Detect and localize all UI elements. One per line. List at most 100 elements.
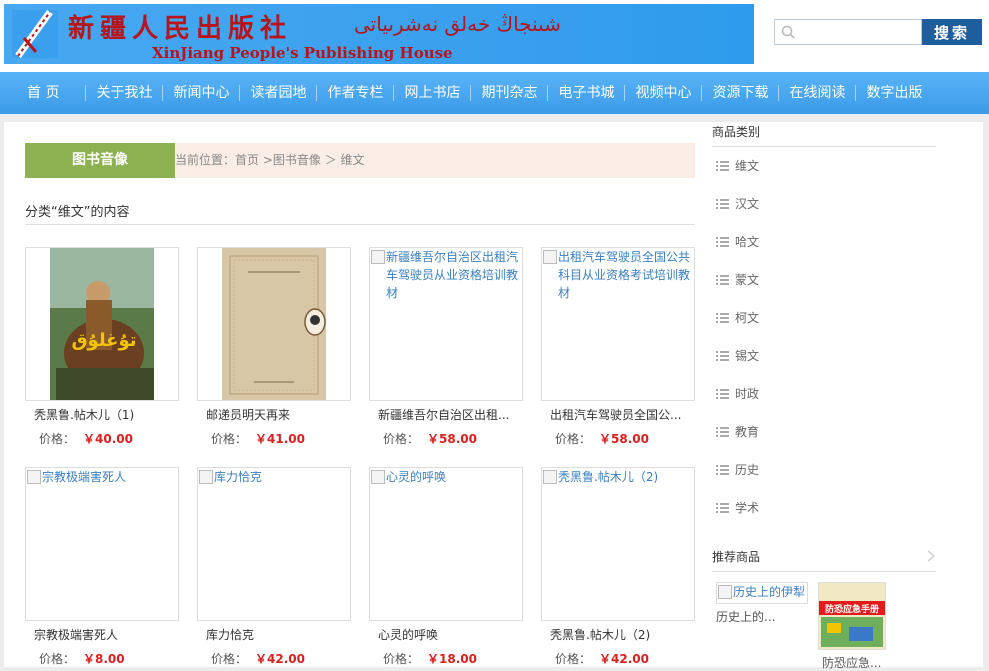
section-tab[interactable]: 图书音像 xyxy=(25,143,175,178)
product-card[interactable]: 心灵的呼唤 心灵的呼唤 价格： ￥18.00 xyxy=(369,467,523,667)
product-image[interactable]: 秃黑鲁.帖木儿（2) xyxy=(541,467,695,621)
categories-heading: 商品类别 xyxy=(712,122,936,147)
category-item[interactable]: 锡文 xyxy=(712,337,942,375)
product-card[interactable]: ﺗﯘﻏﻠﯘﻕ 秃黑鲁.帖木儿（1) 价格： ￥40.00 xyxy=(25,247,179,447)
recommended-name[interactable]: 历史上的... xyxy=(716,608,808,625)
category-label: 教育 xyxy=(735,425,760,439)
price-value: ￥41.00 xyxy=(255,432,305,446)
svg-text:ﺗﯘﻏﻠﯘﻕ: ﺗﯘﻏﻠﯘﻕ xyxy=(71,330,136,351)
list-icon xyxy=(716,427,729,437)
nav-item-about[interactable]: 关于我社 xyxy=(85,85,162,101)
product-image[interactable]: ﺗﯘﻏﻠﯘﻕ xyxy=(25,247,179,401)
price-label: 价格： xyxy=(39,652,76,666)
category-label: 汉文 xyxy=(735,197,760,211)
list-icon xyxy=(716,351,729,361)
image-alt-text: 心灵的呼唤 xyxy=(370,468,522,486)
logo-english-text: XinJiang People's Publishing House xyxy=(152,44,453,62)
price-label: 价格： xyxy=(383,432,420,446)
category-item[interactable]: 柯文 xyxy=(712,299,942,337)
product-image[interactable]: 心灵的呼唤 xyxy=(369,467,523,621)
nav-item-journals[interactable]: 期刊杂志 xyxy=(470,85,547,101)
product-name[interactable]: 秃黑鲁.帖木儿（1) xyxy=(25,406,179,423)
category-label: 历史 xyxy=(735,463,760,477)
nav-item-home[interactable]: 首 页 xyxy=(0,85,85,101)
nav-item-news[interactable]: 新闻中心 xyxy=(162,85,239,101)
recommended-item[interactable]: 历史上的伊犁 历史上的... xyxy=(716,582,808,625)
category-label: 学术 xyxy=(735,501,760,515)
product-image[interactable]: 库力恰克 xyxy=(197,467,351,621)
category-item[interactable]: 历史 xyxy=(712,451,942,489)
nav-item-digital-publishing[interactable]: 数字出版 xyxy=(855,85,932,101)
breadcrumb-bar: 图书音像 当前位置：首页 >图书音像 ＞ 维文 xyxy=(25,143,695,178)
recommended-image[interactable]: 历史上的伊犁 xyxy=(716,582,808,604)
category-item[interactable]: 时政 xyxy=(712,375,942,413)
logo-uyghur-text: شىنجاڭ خەلق نەشرىياتى xyxy=(354,12,561,36)
category-item[interactable]: 汉文 xyxy=(712,185,942,223)
product-card[interactable]: 邮递员明天再来 价格： ￥41.00 xyxy=(197,247,351,447)
price-label: 价格： xyxy=(211,652,248,666)
product-card[interactable]: 秃黑鲁.帖木儿（2) 秃黑鲁.帖木儿（2) 价格： ￥42.00 xyxy=(541,467,695,667)
product-name[interactable]: 宗教极端害死人 xyxy=(25,626,179,643)
product-card[interactable]: 库力恰克 库力恰克 价格： ￥42.00 xyxy=(197,467,351,667)
search-box: 搜索 xyxy=(774,19,982,45)
category-item[interactable]: 维文 xyxy=(712,147,942,185)
product-name[interactable]: 库力恰克 xyxy=(197,626,351,643)
category-label: 柯文 xyxy=(735,311,760,325)
nav-item-online-reading[interactable]: 在线阅读 xyxy=(778,85,855,101)
image-alt-text: 历史上的伊犁 xyxy=(717,583,807,601)
nav-item-bookstore[interactable]: 网上书店 xyxy=(393,85,470,101)
category-label: 哈文 xyxy=(735,235,760,249)
recommended-name[interactable]: 防恐应急... xyxy=(822,654,910,671)
product-name[interactable]: 出租汽车驾驶员全国公... xyxy=(541,406,695,423)
image-alt-text: 库力恰克 xyxy=(198,468,350,486)
product-name[interactable]: 邮递员明天再来 xyxy=(197,406,351,423)
product-image[interactable]: 出租汽车驾驶员全国公共科目从业资格考试培训教材 xyxy=(541,247,695,401)
image-alt-text: 秃黑鲁.帖木儿（2) xyxy=(542,468,694,486)
nav-item-readers[interactable]: 读者园地 xyxy=(239,85,316,101)
chevron-right-icon[interactable] xyxy=(926,550,936,562)
category-label: 蒙文 xyxy=(735,273,760,287)
product-image[interactable]: 新疆维吾尔自治区出租汽车驾驶员从业资格培训教材 xyxy=(369,247,523,401)
book-cover-portrait-image xyxy=(222,248,326,400)
category-item[interactable]: 蒙文 xyxy=(712,261,942,299)
product-card[interactable]: 新疆维吾尔自治区出租汽车驾驶员从业资格培训教材 新疆维吾尔自治区出租... 价格… xyxy=(369,247,523,447)
product-card[interactable]: 宗教极端害死人 宗教极端害死人 价格： ￥8.00 xyxy=(25,467,179,667)
product-card[interactable]: 出租汽车驾驶员全国公共科目从业资格考试培训教材 出租汽车驾驶员全国公... 价格… xyxy=(541,247,695,447)
nav-item-ebooks[interactable]: 电子书城 xyxy=(547,85,624,101)
product-price: 价格： ￥42.00 xyxy=(541,650,695,667)
image-alt-text: 新疆维吾尔自治区出租汽车驾驶员从业资格培训教材 xyxy=(370,248,522,302)
category-item[interactable]: 哈文 xyxy=(712,223,942,261)
category-item[interactable]: 教育 xyxy=(712,413,942,451)
nav-item-video[interactable]: 视频中心 xyxy=(624,85,701,101)
price-value: ￥58.00 xyxy=(599,432,649,446)
product-name[interactable]: 新疆维吾尔自治区出租... xyxy=(369,406,523,423)
nav-item-authors[interactable]: 作者专栏 xyxy=(316,85,393,101)
product-price: 价格： ￥41.00 xyxy=(197,430,351,447)
product-image[interactable]: 宗教极端害死人 xyxy=(25,467,179,621)
category-label: 锡文 xyxy=(735,349,760,363)
logo-chinese-text: 新疆人民出版社 xyxy=(68,14,293,44)
product-name[interactable]: 秃黑鲁.帖木儿（2) xyxy=(541,626,695,643)
list-icon xyxy=(716,275,729,285)
list-icon xyxy=(716,161,729,171)
price-value: ￥42.00 xyxy=(599,652,649,666)
recommended-image[interactable]: 防恐应急手册 xyxy=(818,582,886,650)
product-name[interactable]: 心灵的呼唤 xyxy=(369,626,523,643)
product-price: 价格： ￥58.00 xyxy=(541,430,695,447)
nav-item-downloads[interactable]: 资源下载 xyxy=(701,85,778,101)
price-value: ￥18.00 xyxy=(427,652,477,666)
category-item[interactable]: 学术 xyxy=(712,489,942,527)
product-image[interactable] xyxy=(197,247,351,401)
product-price: 价格： ￥8.00 xyxy=(25,650,179,667)
category-heading: 分类“维文”的内容 xyxy=(25,205,130,220)
price-value: ￥58.00 xyxy=(427,432,477,446)
site-logo-banner[interactable]: 新疆人民出版社 شىنجاڭ خەلق نەشرىياتى XinJiang P… xyxy=(4,4,754,64)
search-button[interactable]: 搜索 xyxy=(922,19,982,45)
breadcrumb[interactable]: 当前位置：首页 >图书音像 ＞ 维文 xyxy=(175,143,365,178)
list-icon xyxy=(716,237,729,247)
list-icon xyxy=(716,389,729,399)
recommended-item[interactable]: 防恐应急手册 防恐应急... xyxy=(818,582,910,671)
recommended-title: 推荐商品 xyxy=(712,550,761,564)
search-input[interactable] xyxy=(774,19,922,45)
product-price: 价格： ￥18.00 xyxy=(369,650,523,667)
